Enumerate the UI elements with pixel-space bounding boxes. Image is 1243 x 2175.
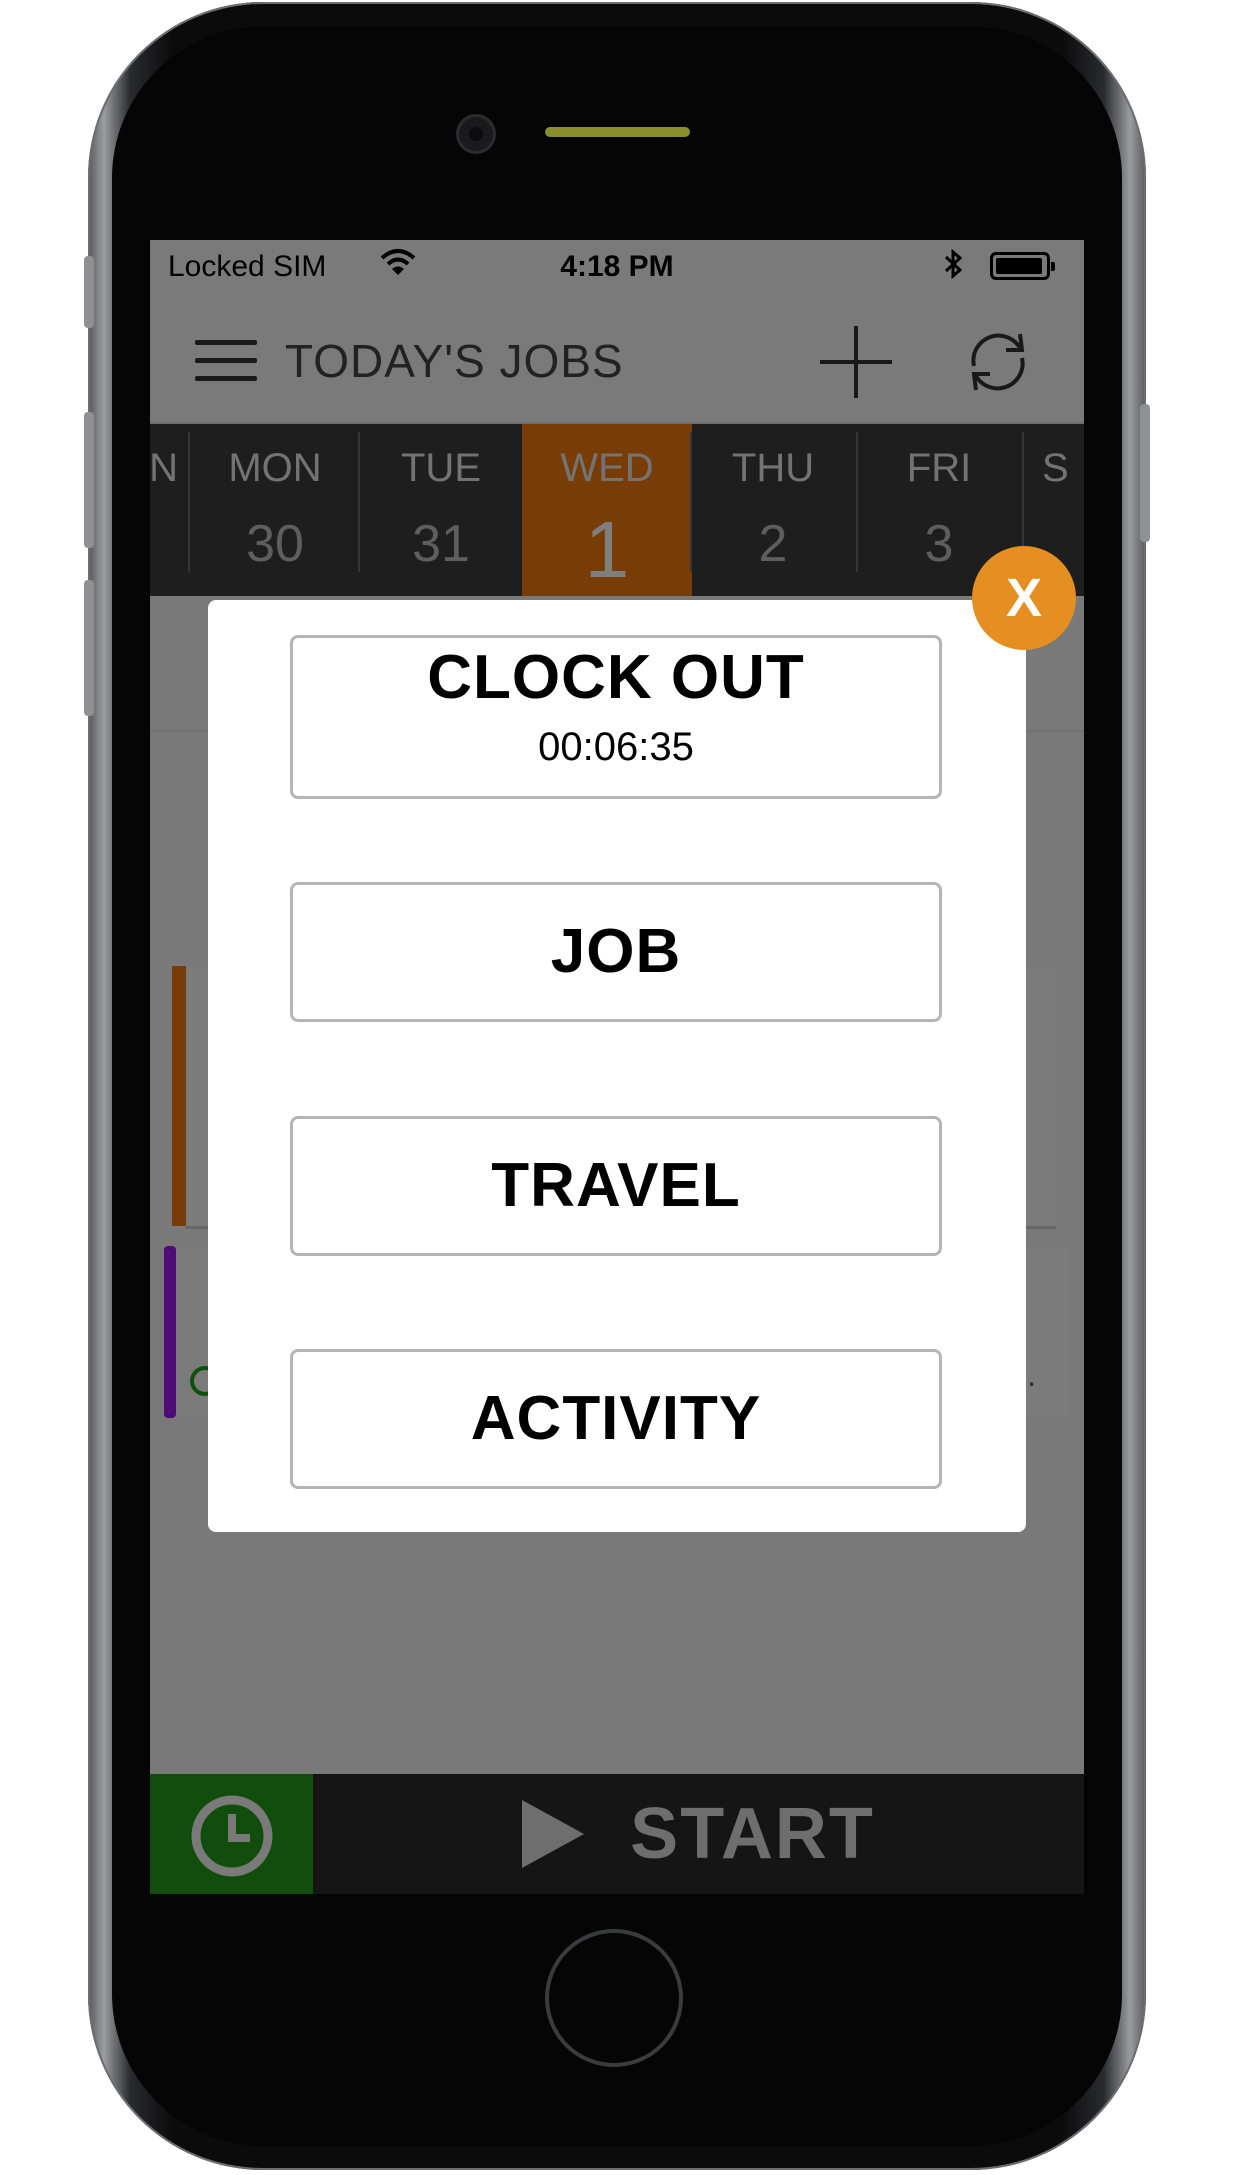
front-camera [456, 114, 496, 154]
job-button[interactable]: JOB [290, 882, 942, 1022]
mute-switch [84, 256, 94, 328]
elapsed-timer: 00:06:35 [538, 725, 694, 769]
volume-up-button [84, 412, 94, 548]
home-button[interactable] [545, 1929, 683, 2067]
clock-modal: CLOCK OUT 00:06:35 JOB TRAVEL ACTIVITY [208, 600, 1026, 1532]
volume-down-button [84, 580, 94, 716]
activity-label: ACTIVITY [470, 1384, 762, 1453]
job-label: JOB [550, 917, 682, 986]
clock-out-button[interactable]: CLOCK OUT 00:06:35 [290, 635, 942, 799]
earpiece-speaker [545, 127, 690, 137]
power-button [1140, 404, 1150, 542]
app-screen: Locked SIM 4:18 PM TODAY'S JOBS [150, 240, 1084, 1894]
activity-button[interactable]: ACTIVITY [290, 1349, 942, 1489]
travel-button[interactable]: TRAVEL [290, 1116, 942, 1256]
clock-out-label: CLOCK OUT [427, 643, 805, 712]
travel-label: TRAVEL [491, 1151, 741, 1220]
close-icon[interactable]: X [972, 546, 1076, 650]
